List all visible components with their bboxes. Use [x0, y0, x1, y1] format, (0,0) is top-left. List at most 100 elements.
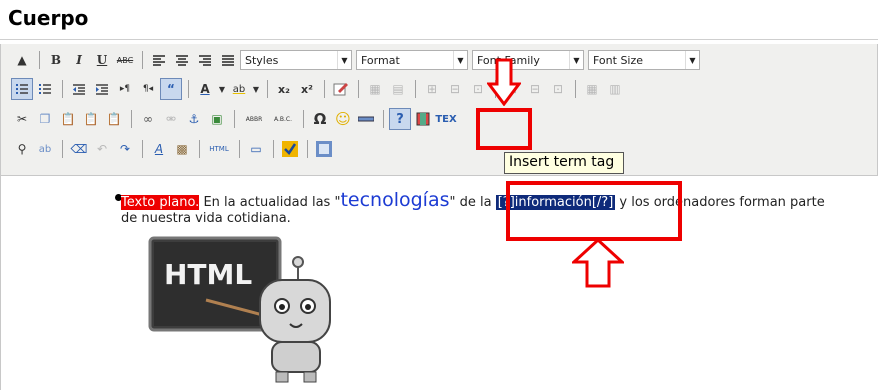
toolbar-row-2: ▸¶ ¶◂ “ A ▼ ab ▼ x₂ x² ▦ ▤ ⊞ ⊟ ⊡ ⊞ ⊟ ⊡	[11, 77, 627, 101]
toolbar-separator	[273, 140, 274, 158]
abbr-button[interactable]: ABBR	[240, 108, 268, 130]
body-text: En la actualidad las "	[199, 195, 341, 210]
table-row-props-icon[interactable]: ▤	[387, 78, 409, 100]
fullscreen-icon[interactable]: ▭	[245, 138, 267, 160]
rtl-icon[interactable]: ¶◂	[137, 78, 159, 100]
annotation-highlight-box	[476, 108, 532, 150]
align-left-icon[interactable]	[148, 49, 170, 71]
chevron-down-icon: ▼	[569, 51, 583, 69]
help-icon[interactable]	[313, 138, 335, 160]
insert-row-after-icon[interactable]: ⊟	[444, 78, 466, 100]
link-icon[interactable]: ∞	[137, 108, 159, 130]
delete-col-icon[interactable]: ⊡	[547, 78, 569, 100]
toolbar-separator	[199, 140, 200, 158]
align-center-icon[interactable]	[171, 49, 193, 71]
align-justify-icon[interactable]	[217, 49, 239, 71]
format-select-value: Format	[361, 53, 400, 67]
split-cells-icon[interactable]: ▦	[581, 78, 603, 100]
unlink-icon[interactable]: ⚮	[160, 108, 182, 130]
toolbar-separator	[239, 140, 240, 158]
superscript-button[interactable]: x²	[296, 78, 318, 100]
remove-format-icon[interactable]: A	[148, 138, 170, 160]
edit-icon[interactable]	[330, 78, 352, 100]
bullet-list-icon[interactable]	[11, 78, 33, 100]
toolbar-separator	[324, 80, 325, 98]
subscript-button[interactable]: x₂	[273, 78, 295, 100]
clean-up-icon[interactable]: ▩	[171, 138, 193, 160]
paste-word-icon[interactable]: 📋	[103, 108, 125, 130]
blockquote-icon[interactable]: “	[160, 78, 182, 100]
toolbar-separator	[142, 51, 143, 69]
toolbar-separator	[383, 110, 384, 128]
paste-text-icon[interactable]: 📋	[80, 108, 102, 130]
list-item[interactable]: Texto plano. En la actualidad las "tecno…	[121, 189, 861, 227]
anchor-icon[interactable]: ⚓	[183, 108, 205, 130]
chevron-down-icon[interactable]: ▼	[251, 78, 261, 100]
toolbar-row-1: ▲ B I U ABC Styles ▼ Format ▼ Font Famil…	[11, 48, 704, 72]
toolbar-separator	[358, 80, 359, 98]
image-text: HTML	[164, 258, 252, 291]
table-icon[interactable]: ▦	[364, 78, 386, 100]
emoticon-icon[interactable]: ☺	[332, 108, 354, 130]
delete-row-icon[interactable]: ⊡	[467, 78, 489, 100]
editor-content[interactable]: Texto plano. En la actualidad las "tecno…	[0, 176, 878, 390]
body-text-line-2: de nuestra vida cotidiana.	[121, 211, 291, 226]
bold-button[interactable]: B	[45, 49, 67, 71]
replace-icon[interactable]: ab	[34, 138, 56, 160]
keyword-text: tecnologías	[340, 189, 450, 211]
redo-icon[interactable]: ↷	[114, 138, 136, 160]
toolbar-separator	[62, 80, 63, 98]
copy-icon[interactable]: ❐	[34, 108, 56, 130]
styles-select[interactable]: Styles ▼	[240, 50, 352, 70]
body-text: " de la	[449, 195, 496, 210]
align-right-icon[interactable]	[194, 49, 216, 71]
chevron-down-icon: ▼	[337, 51, 351, 69]
toolbar-separator	[188, 80, 189, 98]
toolbar-row-4: ⚲ ab ⌫ ↶ ↷ A ▩ HTML ▭	[11, 137, 336, 161]
image-icon[interactable]: ▣	[206, 108, 228, 130]
merge-cells-icon[interactable]: ▥	[604, 78, 626, 100]
html-robot-image: HTML	[148, 236, 331, 383]
highlight-color-icon[interactable]: ab	[228, 78, 250, 100]
horizontal-rule-icon[interactable]	[355, 108, 377, 130]
outdent-icon[interactable]	[68, 78, 90, 100]
strikethrough-button[interactable]: ABC	[114, 49, 136, 71]
insert-row-before-icon[interactable]: ⊞	[421, 78, 443, 100]
italic-button[interactable]: I	[68, 49, 90, 71]
toolbar-separator	[575, 80, 576, 98]
special-char-button[interactable]: Ω	[309, 108, 331, 130]
editor-page: Cuerpo ▲ B I U ABC Styles ▼ Format ▼ Fon…	[0, 0, 878, 390]
toolbar-separator	[267, 80, 268, 98]
underline-button[interactable]: U	[91, 49, 113, 71]
spellcheck-icon[interactable]	[279, 138, 301, 160]
ltr-icon[interactable]: ▸¶	[114, 78, 136, 100]
toolbar-separator	[234, 110, 235, 128]
field-heading: Cuerpo	[0, 0, 878, 40]
collapse-toolbar-icon[interactable]: ▲	[11, 49, 33, 71]
editor-toolbar: ▲ B I U ABC Styles ▼ Format ▼ Font Famil…	[0, 44, 878, 176]
insert-term-tag-button[interactable]: ?	[389, 108, 411, 130]
find-icon[interactable]: ⚲	[11, 138, 33, 160]
insert-col-after-icon[interactable]: ⊟	[524, 78, 546, 100]
eraser-icon[interactable]: ⌫	[68, 138, 90, 160]
font-size-select[interactable]: Font Size ▼	[588, 50, 700, 70]
text-color-icon[interactable]: A	[194, 78, 216, 100]
font-size-select-value: Font Size	[593, 53, 644, 67]
toolbar-separator	[303, 110, 304, 128]
media-icon[interactable]	[412, 108, 434, 130]
cut-icon[interactable]: ✂	[11, 108, 33, 130]
undo-icon[interactable]: ↶	[91, 138, 113, 160]
html-source-button[interactable]: HTML	[205, 138, 233, 160]
toolbar-separator	[307, 140, 308, 158]
indent-icon[interactable]	[91, 78, 113, 100]
chevron-down-icon[interactable]: ▼	[217, 78, 227, 100]
toolbar-separator	[39, 51, 40, 69]
chevron-down-icon: ▼	[453, 51, 467, 69]
format-select[interactable]: Format ▼	[356, 50, 468, 70]
numbered-list-icon[interactable]	[34, 78, 56, 100]
paste-icon[interactable]: 📋	[57, 108, 79, 130]
tex-button[interactable]: TEX	[435, 108, 457, 130]
acronym-button[interactable]: A.B.C.	[269, 108, 297, 130]
annotation-down-arrow-icon	[487, 58, 521, 106]
annotation-up-arrow-icon	[572, 238, 624, 288]
